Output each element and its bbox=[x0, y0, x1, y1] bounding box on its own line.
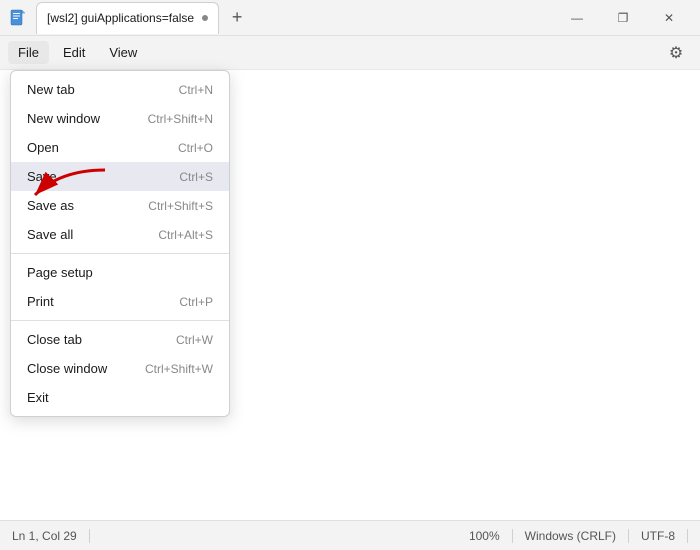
close-button[interactable]: ✕ bbox=[646, 2, 692, 34]
titlebar: [wsl2] guiApplications=false + — ❐ ✕ bbox=[0, 0, 700, 36]
menu-file[interactable]: File bbox=[8, 41, 49, 64]
menu-item-shortcut: Ctrl+Shift+W bbox=[145, 362, 213, 376]
file-dropdown-menu: New tab Ctrl+N New window Ctrl+Shift+N O… bbox=[10, 70, 230, 417]
menu-item-save-as[interactable]: Save as Ctrl+Shift+S bbox=[11, 191, 229, 220]
menu-item-new-window[interactable]: New window Ctrl+Shift+N bbox=[11, 104, 229, 133]
menu-item-shortcut: Ctrl+P bbox=[179, 295, 213, 309]
menu-item-print[interactable]: Print Ctrl+P bbox=[11, 287, 229, 316]
menu-item-label: Print bbox=[27, 294, 54, 309]
encoding: UTF-8 bbox=[629, 529, 688, 543]
separator-1 bbox=[11, 253, 229, 254]
menu-item-label: Close tab bbox=[27, 332, 82, 347]
menu-item-exit[interactable]: Exit bbox=[11, 383, 229, 412]
settings-button[interactable]: ⚙ bbox=[660, 37, 692, 69]
zoom-level: 100% bbox=[457, 529, 513, 543]
menu-item-shortcut: Ctrl+Shift+S bbox=[148, 199, 213, 213]
line-ending: Windows (CRLF) bbox=[513, 529, 629, 543]
menu-item-label: Open bbox=[27, 140, 59, 155]
statusbar: Ln 1, Col 29 100% Windows (CRLF) UTF-8 bbox=[0, 520, 700, 550]
menu-item-label: Save all bbox=[27, 227, 73, 242]
app-icon bbox=[8, 8, 28, 28]
menu-item-label: Page setup bbox=[27, 265, 93, 280]
menu-item-save[interactable]: Save Ctrl+S bbox=[11, 162, 229, 191]
menu-item-shortcut: Ctrl+W bbox=[176, 333, 213, 347]
menu-view[interactable]: View bbox=[99, 41, 147, 64]
menu-item-label: Save as bbox=[27, 198, 74, 213]
tab-modified-dot bbox=[202, 15, 208, 21]
menu-item-label: New window bbox=[27, 111, 100, 126]
menu-item-label: Close window bbox=[27, 361, 107, 376]
menu-item-shortcut: Ctrl+Alt+S bbox=[158, 228, 213, 242]
menubar: File Edit View ⚙ bbox=[0, 36, 700, 70]
menu-item-label: Exit bbox=[27, 390, 49, 405]
menu-item-shortcut: Ctrl+N bbox=[179, 83, 213, 97]
separator-2 bbox=[11, 320, 229, 321]
minimize-button[interactable]: — bbox=[554, 2, 600, 34]
menu-item-page-setup[interactable]: Page setup bbox=[11, 258, 229, 287]
editor-area: New tab Ctrl+N New window Ctrl+Shift+N O… bbox=[0, 70, 700, 520]
menu-item-close-window[interactable]: Close window Ctrl+Shift+W bbox=[11, 354, 229, 383]
menu-item-close-tab[interactable]: Close tab Ctrl+W bbox=[11, 325, 229, 354]
menu-edit[interactable]: Edit bbox=[53, 41, 95, 64]
new-tab-button[interactable]: + bbox=[223, 4, 251, 32]
menu-item-shortcut: Ctrl+Shift+N bbox=[148, 112, 213, 126]
gear-icon: ⚙ bbox=[669, 43, 683, 63]
menu-item-save-all[interactable]: Save all Ctrl+Alt+S bbox=[11, 220, 229, 249]
active-tab[interactable]: [wsl2] guiApplications=false bbox=[36, 2, 219, 34]
maximize-button[interactable]: ❐ bbox=[600, 2, 646, 34]
cursor-position: Ln 1, Col 29 bbox=[12, 529, 90, 543]
menu-item-label: Save bbox=[27, 169, 57, 184]
window-controls: — ❐ ✕ bbox=[554, 2, 692, 34]
menu-item-shortcut: Ctrl+O bbox=[178, 141, 213, 155]
menu-item-shortcut: Ctrl+S bbox=[179, 170, 213, 184]
menu-item-open[interactable]: Open Ctrl+O bbox=[11, 133, 229, 162]
menu-item-label: New tab bbox=[27, 82, 75, 97]
menu-item-new-tab[interactable]: New tab Ctrl+N bbox=[11, 75, 229, 104]
tab-title: [wsl2] guiApplications=false bbox=[47, 11, 194, 25]
